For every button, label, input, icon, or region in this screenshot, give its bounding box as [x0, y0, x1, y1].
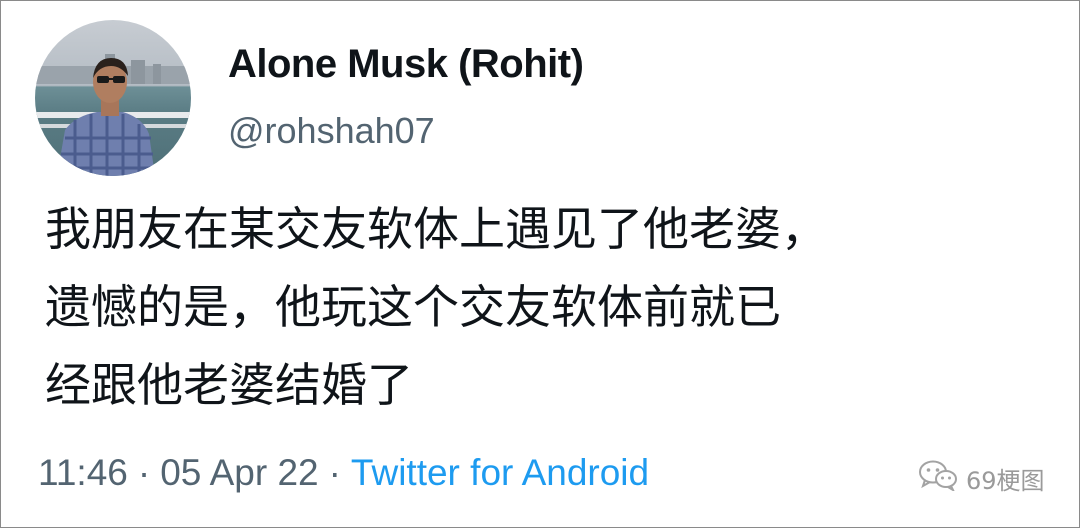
tweet-line: 我朋友在某交友软体上遇见了他老婆， [45, 202, 827, 256]
avatar[interactable] [35, 20, 191, 176]
watermark-text: 69梗图 [966, 466, 1045, 495]
tweet-time[interactable]: 11:46 [38, 452, 128, 493]
meta-separator: · [137, 452, 151, 493]
user-handle[interactable]: @rohshah07 [228, 110, 435, 152]
tweet-source-link[interactable]: Twitter for Android [351, 452, 649, 493]
wechat-logo-icon [918, 459, 958, 497]
display-name[interactable]: Alone Musk (Rohit) [228, 42, 584, 87]
tweet-line: 经跟他老婆结婚了 [45, 358, 413, 412]
tweet-line: 遗憾的是，他玩这个交友软体前就已 [45, 280, 781, 334]
avatar-photo [35, 54, 191, 176]
meta-separator: · [328, 452, 341, 493]
tweet-date[interactable]: 05 Apr 22 [160, 452, 318, 493]
tweet-metadata: 11:46 · 05 Apr 22 · Twitter for Android [38, 452, 649, 494]
watermark: 69梗图 [918, 460, 1045, 496]
tweet-text: 我朋友在某交友软体上遇见了他老婆， 遗憾的是，他玩这个交友软体前就已 经跟他老婆… [45, 190, 1045, 424]
